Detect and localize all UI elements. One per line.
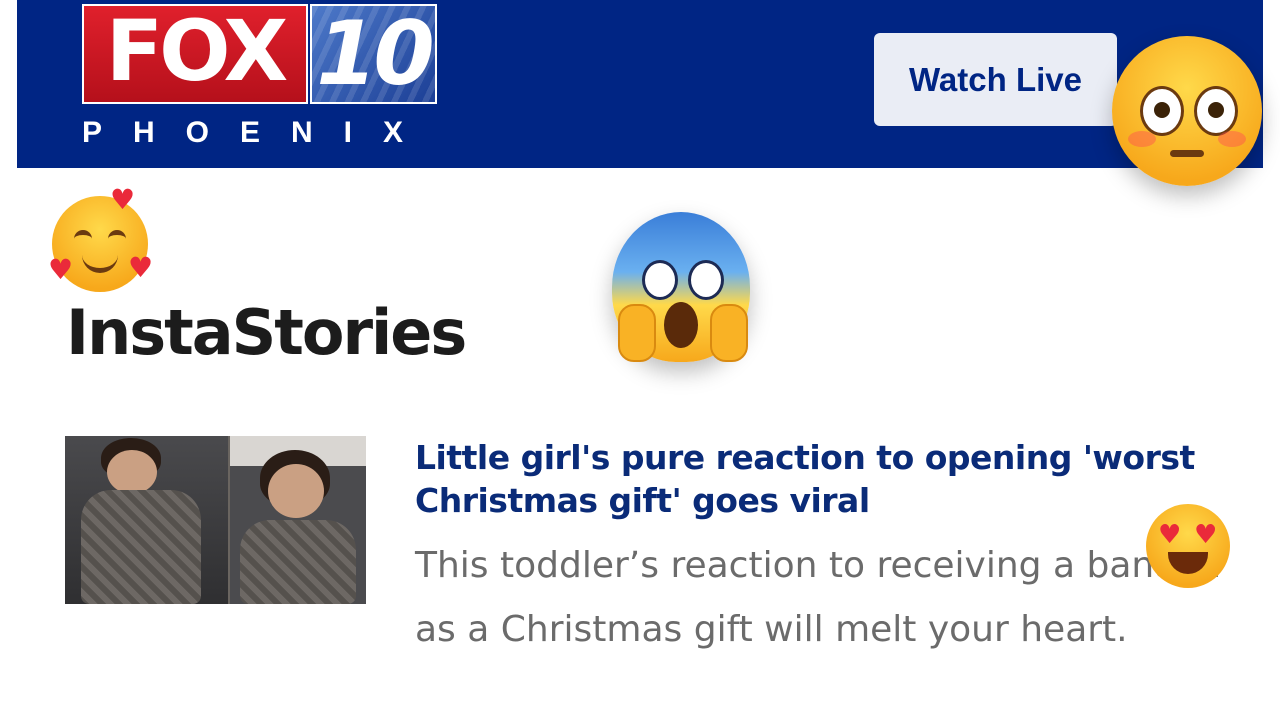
hearts-eye-right xyxy=(108,230,126,244)
hearts-eye-left xyxy=(74,230,92,244)
scream-eye-right xyxy=(688,260,724,300)
logo-fox-block: FOX xyxy=(82,2,308,104)
flushed-eye-left xyxy=(1140,86,1184,136)
article-thumbnail[interactable] xyxy=(65,436,366,604)
scream-mouth xyxy=(664,302,698,348)
scream-eye-left xyxy=(642,260,678,300)
watch-live-button[interactable]: Watch Live xyxy=(874,33,1117,126)
thumbnail-photo-right xyxy=(230,436,366,604)
smiling-face-with-hearts-icon: ♥ ♥ ♥ xyxy=(48,186,153,292)
flushed-cheek-left xyxy=(1128,131,1156,147)
kid-body xyxy=(240,520,356,604)
logo-number-block: 10 xyxy=(310,4,437,104)
section-title: InstaStories xyxy=(66,296,467,369)
heart-icon: ♥ xyxy=(110,183,136,216)
heart-icon: ♥ xyxy=(48,253,74,286)
heart-eye-right-icon: ♥ xyxy=(1194,520,1218,550)
flushed-eye-right xyxy=(1194,86,1238,136)
heart-icon: ♥ xyxy=(128,251,154,284)
article-title-link[interactable]: Little girl's pure reaction to opening '… xyxy=(415,436,1245,522)
logo-station-text: FOX xyxy=(105,2,289,100)
heart-eyes-face-icon: ♥ ♥ xyxy=(1146,504,1230,588)
hearts-smile xyxy=(82,250,118,273)
heart-eyes-mouth xyxy=(1168,552,1208,574)
flushed-cheek-right xyxy=(1218,131,1246,147)
kid-body xyxy=(81,490,201,604)
flushed-face-icon xyxy=(1112,36,1262,186)
heart-eye-left-icon: ♥ xyxy=(1158,520,1182,550)
scream-hand-left xyxy=(618,304,656,362)
logo-number-text: 10 xyxy=(316,4,434,104)
flushed-mouth xyxy=(1170,150,1204,157)
article-summary: This toddler’s reaction to receiving a b… xyxy=(415,545,1222,650)
kid-head xyxy=(107,450,157,494)
logo-city-text: PHOENIX xyxy=(82,116,435,149)
scream-hand-right xyxy=(710,304,748,362)
kid-head xyxy=(268,464,324,518)
face-screaming-in-fear-icon xyxy=(612,212,750,362)
fox10-phoenix-logo[interactable]: FOX 10 PHOENIX xyxy=(82,2,437,164)
site-header: FOX 10 PHOENIX Watch Live xyxy=(17,0,1263,168)
thumbnail-photo-left xyxy=(65,436,228,604)
